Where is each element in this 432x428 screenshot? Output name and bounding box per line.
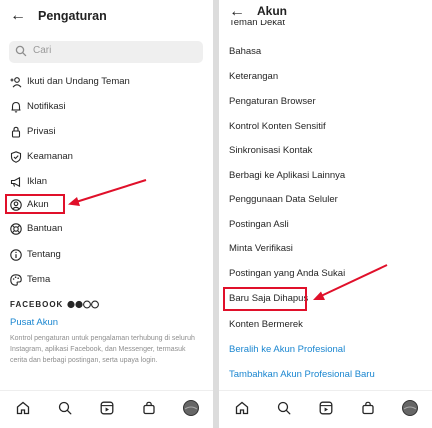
settings-item-label: Keamanan [27, 151, 73, 162]
settings-item-help[interactable]: Bantuan [0, 217, 213, 241]
search-icon[interactable] [58, 401, 72, 415]
settings-header: ← Pengaturan [0, 0, 213, 34]
account-item-contact-sync[interactable]: Sinkronisasi Kontak [229, 144, 312, 160]
megaphone-icon [10, 176, 21, 188]
account-item-share-other-apps[interactable]: Berbagi ke Aplikasi Lainnya [229, 169, 345, 185]
nav-divider [0, 390, 213, 391]
account-item-sensitive-content[interactable]: Kontrol Konten Sensitif [229, 120, 326, 136]
profile-avatar-icon[interactable] [402, 400, 418, 416]
settings-item-label: Iklan [27, 176, 48, 187]
facebook-heading: FACEBOOK [10, 300, 64, 309]
bottom-nav [0, 394, 213, 424]
nav-divider [219, 390, 432, 391]
account-item-cellular-data[interactable]: Penggunaan Data Seluler [229, 193, 338, 209]
settings-item-about[interactable]: Tentang [0, 243, 213, 267]
settings-item-label: Notifikasi [27, 101, 66, 112]
shield-check-icon [10, 151, 22, 163]
annotation-arrow [68, 179, 147, 206]
shop-icon[interactable] [361, 401, 375, 415]
page-title: Pengaturan [38, 9, 107, 23]
settings-item-label: Tentang [27, 249, 61, 260]
lifebuoy-icon [10, 223, 22, 235]
highlight-box-account [5, 194, 65, 214]
account-item-branded-content[interactable]: Konten Bermerek [229, 318, 303, 334]
accounts-center-description: Kontrol pengaturan untuk pengalaman terh… [10, 335, 195, 364]
account-item-request-verification[interactable]: Minta Verifikasi [229, 242, 293, 258]
settings-item-label: Privasi [27, 126, 56, 137]
annotation-arrow [313, 264, 388, 300]
settings-panel: ← Pengaturan Cari Ikuti dan Undang Teman… [0, 0, 213, 428]
add-professional-link[interactable]: Tambahkan Akun Profesional Baru [229, 368, 375, 384]
reels-icon[interactable] [319, 401, 333, 415]
accounts-center-link[interactable]: Pusat Akun [10, 317, 58, 328]
settings-item-follow-invite[interactable]: Ikuti dan Undang Teman [0, 70, 213, 94]
account-item-original-posts[interactable]: Postingan Asli [229, 218, 289, 234]
settings-item-theme[interactable]: Tema [0, 268, 213, 292]
profile-avatar-icon[interactable] [183, 400, 199, 416]
settings-item-security[interactable]: Keamanan [0, 145, 213, 169]
account-item-label: Teman Dekat [229, 20, 285, 28]
switch-professional-link[interactable]: Beralih ke Akun Profesional [229, 343, 345, 359]
account-item-browser-settings[interactable]: Pengaturan Browser [229, 95, 316, 111]
meta-apps-icon [67, 300, 99, 309]
shop-icon[interactable] [142, 401, 156, 415]
search-input[interactable]: Cari [9, 41, 203, 63]
account-item-captions[interactable]: Keterangan [229, 70, 278, 86]
search-placeholder: Cari [33, 45, 52, 56]
settings-item-label: Ikuti dan Undang Teman [27, 76, 130, 87]
bell-icon [11, 101, 21, 113]
highlight-box-recently-deleted [223, 287, 307, 311]
home-icon[interactable] [235, 401, 249, 415]
search-icon [15, 45, 27, 57]
lock-icon [11, 126, 21, 138]
back-arrow-icon[interactable]: ← [10, 6, 26, 26]
account-item-close-friends[interactable]: Teman Dekat [229, 20, 285, 32]
back-arrow-icon[interactable]: ← [229, 2, 245, 22]
search-icon[interactable] [277, 401, 291, 415]
settings-item-privacy[interactable]: Privasi [0, 120, 213, 144]
account-item-language[interactable]: Bahasa [229, 45, 261, 61]
settings-item-label: Tema [27, 274, 51, 285]
settings-item-label: Bantuan [27, 223, 63, 234]
page-title: Akun [257, 4, 287, 18]
info-icon [10, 249, 22, 261]
account-panel: ← Akun Teman Dekat Bahasa Keterangan Pen… [219, 0, 432, 428]
palette-icon [10, 274, 22, 286]
bottom-nav [219, 394, 432, 424]
add-person-icon [10, 77, 22, 88]
home-icon[interactable] [16, 401, 30, 415]
settings-item-notifications[interactable]: Notifikasi [0, 95, 213, 119]
reels-icon[interactable] [100, 401, 114, 415]
